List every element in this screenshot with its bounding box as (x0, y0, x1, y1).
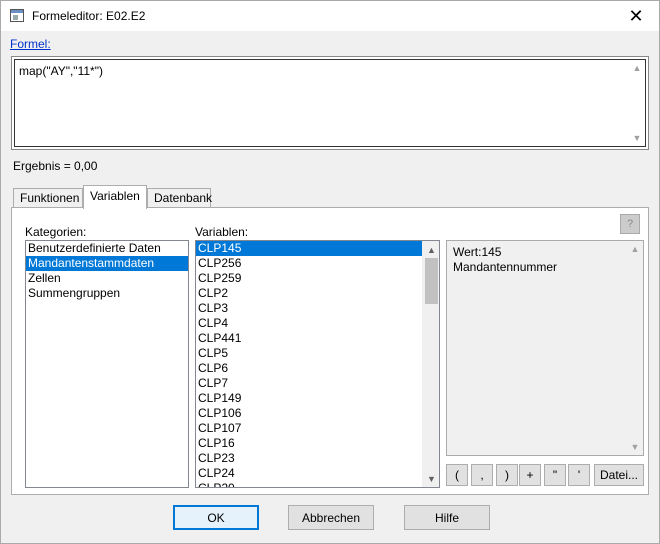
scroll-up-icon[interactable]: ▲ (627, 241, 643, 257)
variables-panel: Kategorien: Variablen: ? Benutzerdefinie… (11, 207, 649, 495)
tab-datenbank[interactable]: Datenbank (147, 188, 212, 208)
categories-label: Kategorien: (25, 225, 87, 239)
insert-open-paren-button[interactable]: ( (446, 464, 468, 486)
insert-plus-button[interactable]: + (519, 464, 541, 486)
variables-item[interactable]: CLP24 (196, 466, 422, 481)
info-scrollbar[interactable]: ▲ ▼ (627, 241, 643, 455)
variables-item[interactable]: CLP6 (196, 361, 422, 376)
formula-text: map("AY","11*") (19, 64, 103, 78)
variables-item[interactable]: CLP149 (196, 391, 422, 406)
variables-item[interactable]: CLP2 (196, 286, 422, 301)
tab-variablen[interactable]: Variablen (83, 185, 147, 209)
insert-double-quote-button[interactable]: " (544, 464, 566, 486)
variables-item[interactable]: CLP5 (196, 346, 422, 361)
window-title: Formeleditor: E02.E2 (32, 9, 146, 23)
variables-item[interactable]: CLP16 (196, 436, 422, 451)
formula-scrollbar[interactable]: ▲ ▼ (629, 60, 645, 146)
insert-single-quote-button[interactable]: ' (568, 464, 590, 486)
cancel-button[interactable]: Abbrechen (288, 505, 374, 530)
info-value: Wert:145 (453, 245, 502, 259)
ok-button[interactable]: OK (173, 505, 259, 530)
categories-item[interactable]: Mandantenstammdaten (26, 256, 188, 271)
variables-item[interactable]: CLP3 (196, 301, 422, 316)
scroll-down-icon[interactable]: ▼ (423, 470, 439, 487)
variables-item[interactable]: CLP256 (196, 256, 422, 271)
scroll-up-icon[interactable]: ▲ (629, 60, 645, 76)
categories-item[interactable]: Benutzerdefinierte Daten (26, 241, 188, 256)
datei-button[interactable]: Datei... (594, 464, 644, 486)
variables-item[interactable]: CLP7 (196, 376, 422, 391)
variables-item[interactable]: CLP106 (196, 406, 422, 421)
help-button[interactable]: Hilfe (404, 505, 490, 530)
formula-input-frame: map("AY","11*") ▲ ▼ (14, 59, 646, 147)
help-question-button[interactable]: ? (620, 214, 640, 234)
close-icon: ✕ (628, 5, 644, 26)
tab-funktionen[interactable]: Funktionen (13, 188, 83, 208)
variables-item[interactable]: CLP4 (196, 316, 422, 331)
close-button[interactable]: ✕ (613, 1, 659, 31)
categories-item[interactable]: Summengruppen (26, 286, 188, 301)
app-icon (10, 9, 24, 22)
variables-list[interactable]: CLP145 CLP256 CLP259 CLP2 CLP3 CLP4 CLP441 CLP5… (196, 241, 422, 487)
result-text: Ergebnis = 0,00 (13, 159, 98, 173)
variables-scrollbar[interactable]: ▲ ▼ (422, 241, 439, 487)
scroll-down-icon[interactable]: ▼ (629, 130, 645, 146)
variables-item[interactable]: CLP20 (196, 481, 422, 487)
variables-label: Variablen: (195, 225, 249, 239)
categories-item[interactable]: Zellen (26, 271, 188, 286)
scroll-down-icon[interactable]: ▼ (627, 439, 643, 455)
scroll-thumb[interactable] (425, 258, 438, 304)
formel-link[interactable]: Formel: (10, 37, 51, 51)
variables-item[interactable]: CLP441 (196, 331, 422, 346)
insert-comma-button[interactable]: , (471, 464, 493, 486)
scroll-up-icon[interactable]: ▲ (423, 241, 439, 258)
formula-input[interactable]: map("AY","11*") ▲ ▼ (11, 56, 649, 150)
variables-item[interactable]: CLP107 (196, 421, 422, 436)
variable-info-box: Wert:145 Mandantennummer ▲ ▼ (446, 240, 644, 456)
insert-close-paren-button[interactable]: ) (496, 464, 518, 486)
title-bar: Formeleditor: E02.E2 ✕ (1, 1, 659, 31)
variables-item[interactable]: CLP259 (196, 271, 422, 286)
info-description: Mandantennummer (453, 260, 558, 274)
variables-list-box: CLP145 CLP256 CLP259 CLP2 CLP3 CLP4 CLP441 CLP5… (195, 240, 440, 488)
variables-item[interactable]: CLP145 (196, 241, 422, 256)
formula-editor-window: Formeleditor: E02.E2 ✕ Formel: map("AY",… (0, 0, 660, 544)
categories-list[interactable]: Benutzerdefinierte Daten Mandantenstammda… (25, 240, 189, 488)
variables-item[interactable]: CLP23 (196, 451, 422, 466)
